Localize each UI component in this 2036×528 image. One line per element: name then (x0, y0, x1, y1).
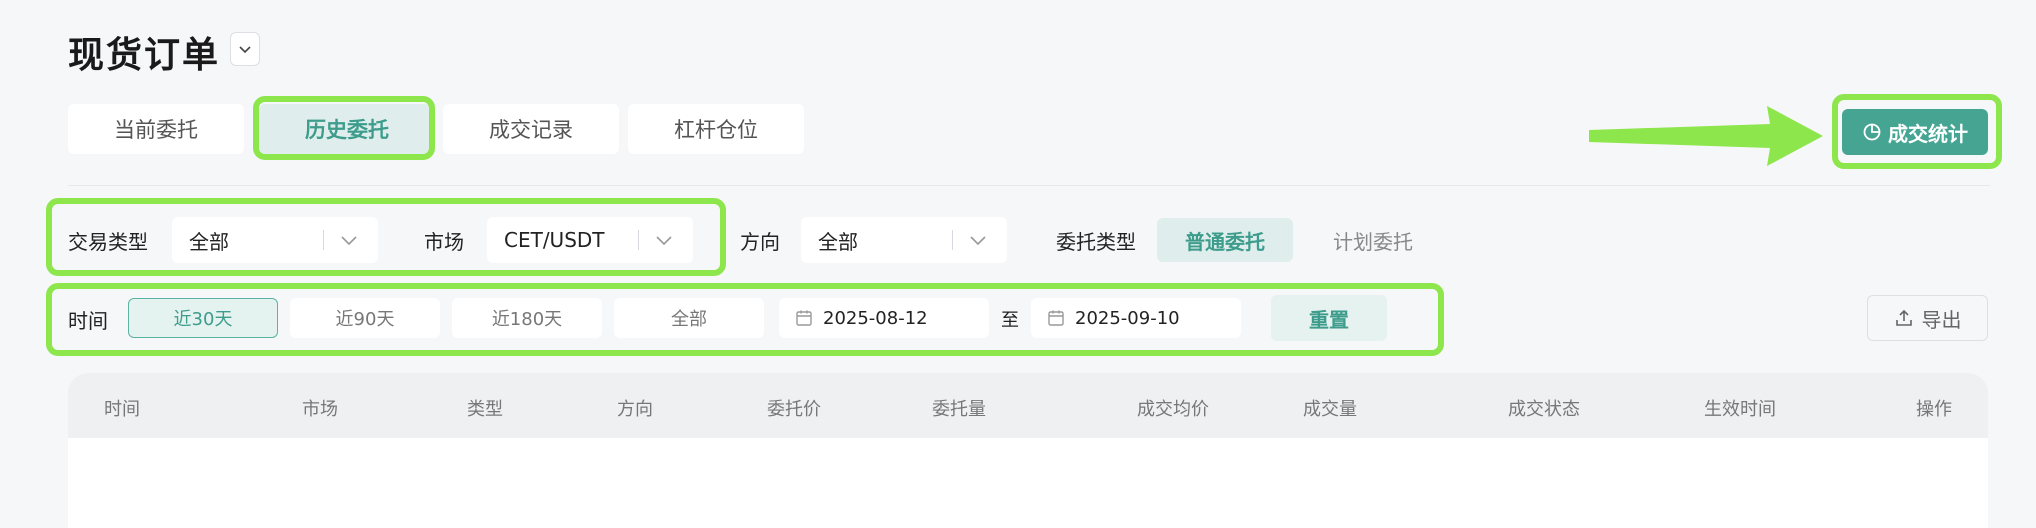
trade-stats-label: 成交统计 (1888, 121, 1968, 146)
trade-type-value: 全部 (189, 229, 229, 254)
export-label: 导出 (1921, 307, 1962, 332)
column-header-status: 成交状态 (1508, 399, 1580, 420)
trade-stats-button[interactable]: 成交统计 (1842, 109, 1988, 155)
market-select[interactable]: CET/USDT (487, 217, 693, 263)
column-header-effective-time: 生效时间 (1704, 399, 1776, 420)
select-separator (323, 230, 324, 250)
column-header-actions: 操作 (1916, 399, 1952, 420)
tab-margin-positions[interactable]: 杠杆仓位 (628, 104, 804, 154)
start-date-value: 2025-08-12 (823, 307, 928, 329)
order-type-label: 委托类型 (1056, 230, 1136, 254)
order-type-normal[interactable]: 普通委托 (1157, 218, 1293, 262)
trade-type-label: 交易类型 (68, 230, 148, 254)
chevron-down-icon (239, 46, 251, 54)
end-date-input[interactable]: 2025-09-10 (1031, 298, 1241, 338)
direction-select[interactable]: 全部 (801, 217, 1007, 263)
market-label: 市场 (424, 230, 464, 254)
calendar-icon (1048, 310, 1064, 326)
order-type-plan[interactable]: 计划委托 (1305, 218, 1441, 262)
calendar-icon (796, 310, 812, 326)
column-header-avg-price: 成交均价 (1137, 399, 1209, 420)
column-header-type: 类型 (467, 399, 503, 420)
chevron-down-icon (341, 236, 357, 246)
select-separator (952, 230, 953, 250)
orders-table: 时间 市场 类型 方向 委托价 委托量 成交均价 成交量 成交状态 生效时间 操… (68, 373, 1988, 528)
upload-icon (1895, 309, 1912, 326)
range-30-days[interactable]: 近30天 (128, 298, 278, 338)
column-header-direction: 方向 (617, 399, 653, 420)
table-header: 时间 市场 类型 方向 委托价 委托量 成交均价 成交量 成交状态 生效时间 操… (68, 373, 1988, 438)
range-90-days[interactable]: 近90天 (290, 298, 440, 338)
column-header-order-price: 委托价 (767, 399, 821, 420)
tab-current-orders[interactable]: 当前委托 (68, 104, 244, 154)
start-date-input[interactable]: 2025-08-12 (779, 298, 989, 338)
title-dropdown-button[interactable] (230, 32, 260, 66)
end-date-value: 2025-09-10 (1075, 307, 1180, 329)
trade-type-select[interactable]: 全部 (172, 217, 378, 263)
column-header-order-amount: 委托量 (932, 399, 986, 420)
range-all[interactable]: 全部 (614, 298, 764, 338)
annotation-arrow-icon (1589, 106, 1823, 166)
direction-value: 全部 (818, 229, 858, 254)
export-button[interactable]: 导出 (1867, 295, 1988, 341)
column-header-market: 市场 (302, 399, 338, 420)
time-label: 时间 (68, 309, 108, 333)
reset-button[interactable]: 重置 (1271, 295, 1387, 341)
direction-label: 方向 (740, 230, 780, 254)
chevron-down-icon (970, 236, 986, 246)
range-180-days[interactable]: 近180天 (452, 298, 602, 338)
tab-trade-records[interactable]: 成交记录 (443, 104, 619, 154)
market-value: CET/USDT (504, 228, 605, 252)
column-header-filled-amount: 成交量 (1303, 399, 1357, 420)
select-separator (638, 230, 639, 250)
pie-chart-icon (1863, 123, 1881, 141)
section-divider (68, 185, 1990, 186)
column-header-time: 时间 (104, 399, 140, 420)
date-separator: 至 (1001, 310, 1019, 331)
page-title: 现货订单 (68, 35, 221, 76)
tab-highlight-box (253, 96, 435, 160)
chevron-down-icon (656, 236, 672, 246)
